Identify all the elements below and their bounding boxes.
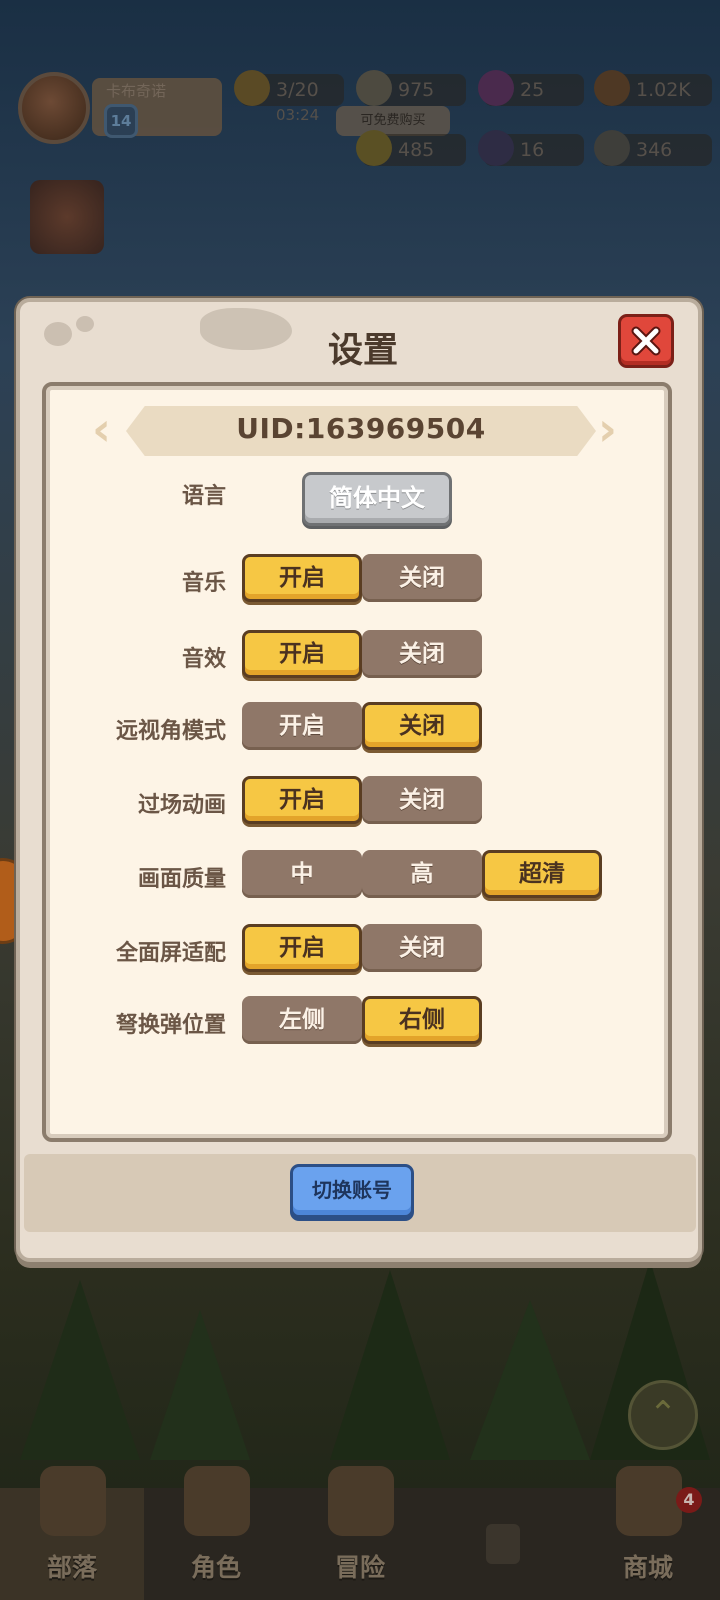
gold-coin-icon — [356, 130, 392, 166]
top-hud: 卡布奇诺 14 3/20 03:24 975 可免费购买 25 1.02K 48… — [0, 60, 720, 190]
cutscene-label: 过场动画 — [137, 793, 226, 818]
graphics-quality-option-2-button[interactable]: 高 — [362, 850, 482, 898]
wood-icon — [594, 70, 630, 106]
sound-effects-option-2-button[interactable]: 关闭 — [362, 630, 482, 678]
energy-value: 3/20 — [276, 79, 319, 101]
crystal-counter[interactable]: 16 — [478, 130, 584, 166]
close-button[interactable] — [618, 314, 674, 368]
crossbow-reload-position-label: 弩换弹位置 — [115, 1013, 226, 1038]
treasure-chest-icon[interactable] — [30, 180, 104, 254]
graphics-quality-option-3-button[interactable]: 超清 — [482, 850, 602, 898]
player-level-badge: 14 — [104, 104, 138, 138]
free-purchase-tag[interactable]: 可免费购买 — [336, 106, 450, 136]
graphics-quality-label: 画面质量 — [137, 867, 226, 892]
far-view-mode-option-2-button[interactable]: 关闭 — [362, 702, 482, 750]
fullscreen-adapt-option-2-button[interactable]: 关闭 — [362, 924, 482, 972]
crossbow-reload-position-option-2-button[interactable]: 右侧 — [362, 996, 482, 1044]
close-icon — [631, 326, 661, 356]
stone-counter[interactable]: 346 — [594, 130, 712, 166]
nav-tribe[interactable]: 部落 — [0, 1466, 144, 1600]
tribe-icon — [40, 1466, 106, 1536]
wood-value: 1.02K — [636, 79, 691, 101]
key-value: 25 — [520, 79, 545, 101]
player-avatar[interactable] — [18, 72, 90, 144]
nav-adventure-label: 冒险 — [334, 1553, 385, 1582]
far-view-mode-option-1-button[interactable]: 开启 — [242, 702, 362, 750]
cutscene-option-2-button[interactable]: 关闭 — [362, 776, 482, 824]
settings-panel: ‹ › UID:163969504 语言 简体中文 音乐 开启 关闭 音效 开启 关闭 远视… — [42, 382, 672, 1142]
lock-icon — [486, 1524, 520, 1564]
gem-value: 975 — [398, 79, 435, 101]
nav-locked[interactable] — [432, 1488, 576, 1600]
sound-effects-option-1-button[interactable]: 开启 — [242, 630, 362, 678]
character-icon — [184, 1466, 250, 1536]
key-icon — [478, 70, 514, 106]
crossbow-reload-position-option-1-button[interactable]: 左侧 — [242, 996, 362, 1044]
stone-icon — [594, 130, 630, 166]
nav-adventure[interactable]: 冒险 — [288, 1466, 432, 1600]
forest-scenery — [20, 1260, 710, 1460]
map-icon — [328, 1466, 394, 1536]
stone-value: 346 — [636, 139, 673, 161]
key-counter[interactable]: 25 — [478, 70, 584, 106]
nav-shop-label: 商城 — [622, 1553, 673, 1582]
far-view-mode-label: 远视角模式 — [115, 719, 226, 744]
uid-text: UID:163969504 — [236, 412, 486, 445]
scroll-up-button[interactable]: ⌃ — [628, 1380, 698, 1450]
crystal-icon — [478, 130, 514, 166]
ribbon-right-icon: › — [598, 402, 617, 456]
nav-character-label: 角色 — [190, 1553, 241, 1582]
bottom-navigation: 部落 角色 冒险 商城 — [0, 1466, 720, 1600]
gem-counter[interactable]: 975 — [356, 70, 466, 106]
cutscene-option-1-button[interactable]: 开启 — [242, 776, 362, 824]
gold-value: 485 — [398, 139, 435, 161]
fullscreen-adapt-label: 全面屏适配 — [115, 941, 226, 966]
energy-timer: 03:24 — [276, 106, 320, 124]
graphics-quality-option-1-button[interactable]: 中 — [242, 850, 362, 898]
settings-dialog: 设置 ‹ › UID:163969504 语言 简体中文 音乐 开启 关闭 音效 开启关… — [16, 298, 702, 1262]
music-label: 音乐 — [181, 571, 226, 596]
language-label: 语言 — [181, 484, 226, 509]
dialog-title: 设置 — [327, 331, 398, 371]
switch-account-button[interactable]: 切换账号 — [290, 1164, 414, 1218]
crystal-value: 16 — [520, 139, 545, 161]
energy-counter[interactable]: 3/20 — [234, 70, 344, 106]
music-option-2-button[interactable]: 关闭 — [362, 554, 482, 602]
shop-icon — [616, 1466, 682, 1536]
gold-counter[interactable]: 485 — [356, 130, 466, 166]
gem-icon — [356, 70, 392, 106]
wood-counter[interactable]: 1.02K — [594, 70, 712, 106]
player-name: 卡布奇诺 — [106, 82, 167, 100]
nav-tribe-label: 部落 — [46, 1553, 97, 1582]
sound-effects-label: 音效 — [181, 647, 226, 672]
energy-icon — [234, 70, 270, 106]
language-select-button[interactable]: 简体中文 — [302, 472, 452, 526]
shop-notification-badge: 4 — [676, 1487, 702, 1513]
music-option-1-button[interactable]: 开启 — [242, 554, 362, 602]
fullscreen-adapt-option-1-button[interactable]: 开启 — [242, 924, 362, 972]
nav-character[interactable]: 角色 — [144, 1466, 288, 1600]
